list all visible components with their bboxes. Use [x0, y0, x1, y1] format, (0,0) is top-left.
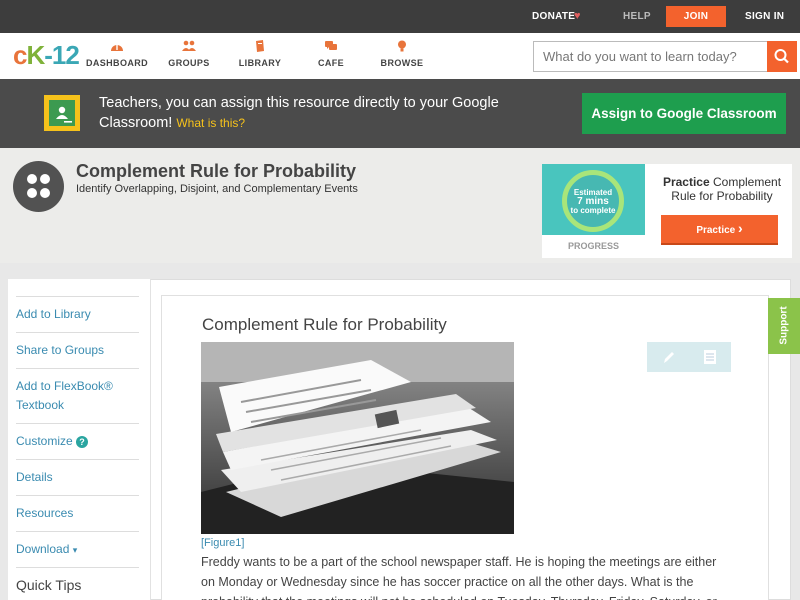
nav-groups[interactable]: GROUPS: [154, 40, 224, 68]
heart-icon: ♥: [574, 10, 581, 22]
sidebar-item-share-to-groups[interactable]: Share to Groups: [16, 332, 139, 368]
assign-google-classroom-button[interactable]: Assign to Google Classroom: [582, 93, 786, 134]
pencil-icon: [664, 352, 674, 363]
article-title: Complement Rule for Probability: [202, 315, 447, 334]
what-is-this-link[interactable]: What is this?: [176, 116, 245, 130]
arrow-right-icon: ›: [738, 220, 743, 236]
practice-title: Practice Complement Rule for Probability: [662, 175, 782, 203]
help-link[interactable]: HELP: [623, 0, 651, 33]
search-icon: [774, 49, 789, 64]
page-title: Complement Rule for Probability: [76, 161, 357, 181]
groups-icon: [182, 40, 196, 51]
nav-cafe[interactable]: CAFE: [296, 40, 366, 68]
google-classroom-text: Teachers, you can assign this resource d…: [99, 95, 499, 131]
article-paragraph: Freddy wants to be a part of the school …: [201, 555, 717, 600]
google-classroom-icon: [44, 95, 80, 131]
main-nav: cK-12 DASHBOARD GROUPS LIBRARY CAFE BROW…: [0, 33, 800, 79]
figure-caption[interactable]: [Figure1]: [201, 537, 244, 549]
page-subtitle: Identify Overlapping, Disjoint, and Comp…: [76, 183, 358, 195]
sidebar-item-add-to-flexbook[interactable]: Add to FlexBook® Textbook: [16, 368, 139, 423]
sidebar-item-download[interactable]: Download ▾: [16, 531, 139, 567]
progress-image: Estimated 7 mins to complete: [542, 164, 645, 235]
newspaper-photo: [201, 342, 514, 534]
sidebar-item-details[interactable]: Details: [16, 459, 139, 495]
dashboard-icon: [111, 44, 123, 51]
search-button[interactable]: [767, 41, 797, 72]
ck12-logo[interactable]: cK-12: [13, 40, 80, 70]
concept-header: Complement Rule for Probability Identify…: [0, 148, 800, 263]
donate-link[interactable]: DONATE: [532, 0, 575, 33]
search-box: [533, 41, 797, 72]
concept-badge-icon: [13, 161, 64, 212]
article-tools: [647, 342, 731, 372]
sidebar-item-customize[interactable]: Customize ?: [16, 423, 139, 459]
cafe-icon: [325, 41, 337, 50]
nav-browse[interactable]: BROWSE: [367, 40, 437, 68]
practice-card: Estimated 7 mins to complete PROGRESS Pr…: [542, 164, 792, 258]
notes-icon: [704, 350, 716, 364]
help-icon: ?: [76, 436, 89, 448]
sign-in-link[interactable]: SIGN IN: [745, 0, 784, 33]
library-icon: [256, 40, 264, 52]
nav-library[interactable]: LIBRARY: [225, 40, 295, 68]
support-tab[interactable]: Support: [768, 298, 800, 354]
sidebar-item-resources[interactable]: Resources: [16, 495, 139, 531]
search-input[interactable]: [534, 42, 768, 71]
nav-dashboard[interactable]: DASHBOARD: [82, 40, 152, 68]
practice-button[interactable]: Practice ›: [661, 215, 778, 243]
caret-down-icon: ▾: [72, 545, 78, 555]
annotate-button[interactable]: [647, 342, 689, 372]
browse-icon: [398, 40, 406, 52]
join-button[interactable]: JOIN: [666, 6, 726, 27]
sidebar: Add to Library Share to Groups Add to Fl…: [8, 279, 151, 600]
sidebar-item-add-to-library[interactable]: Add to Library: [16, 296, 139, 332]
progress-circle: Estimated 7 mins to complete: [562, 170, 624, 232]
quick-tips-heading: Quick Tips: [16, 577, 82, 593]
notes-button[interactable]: [689, 342, 731, 372]
progress-label: PROGRESS: [567, 241, 619, 251]
top-bar: DONATE ♥ HELP JOIN SIGN IN: [0, 0, 800, 33]
